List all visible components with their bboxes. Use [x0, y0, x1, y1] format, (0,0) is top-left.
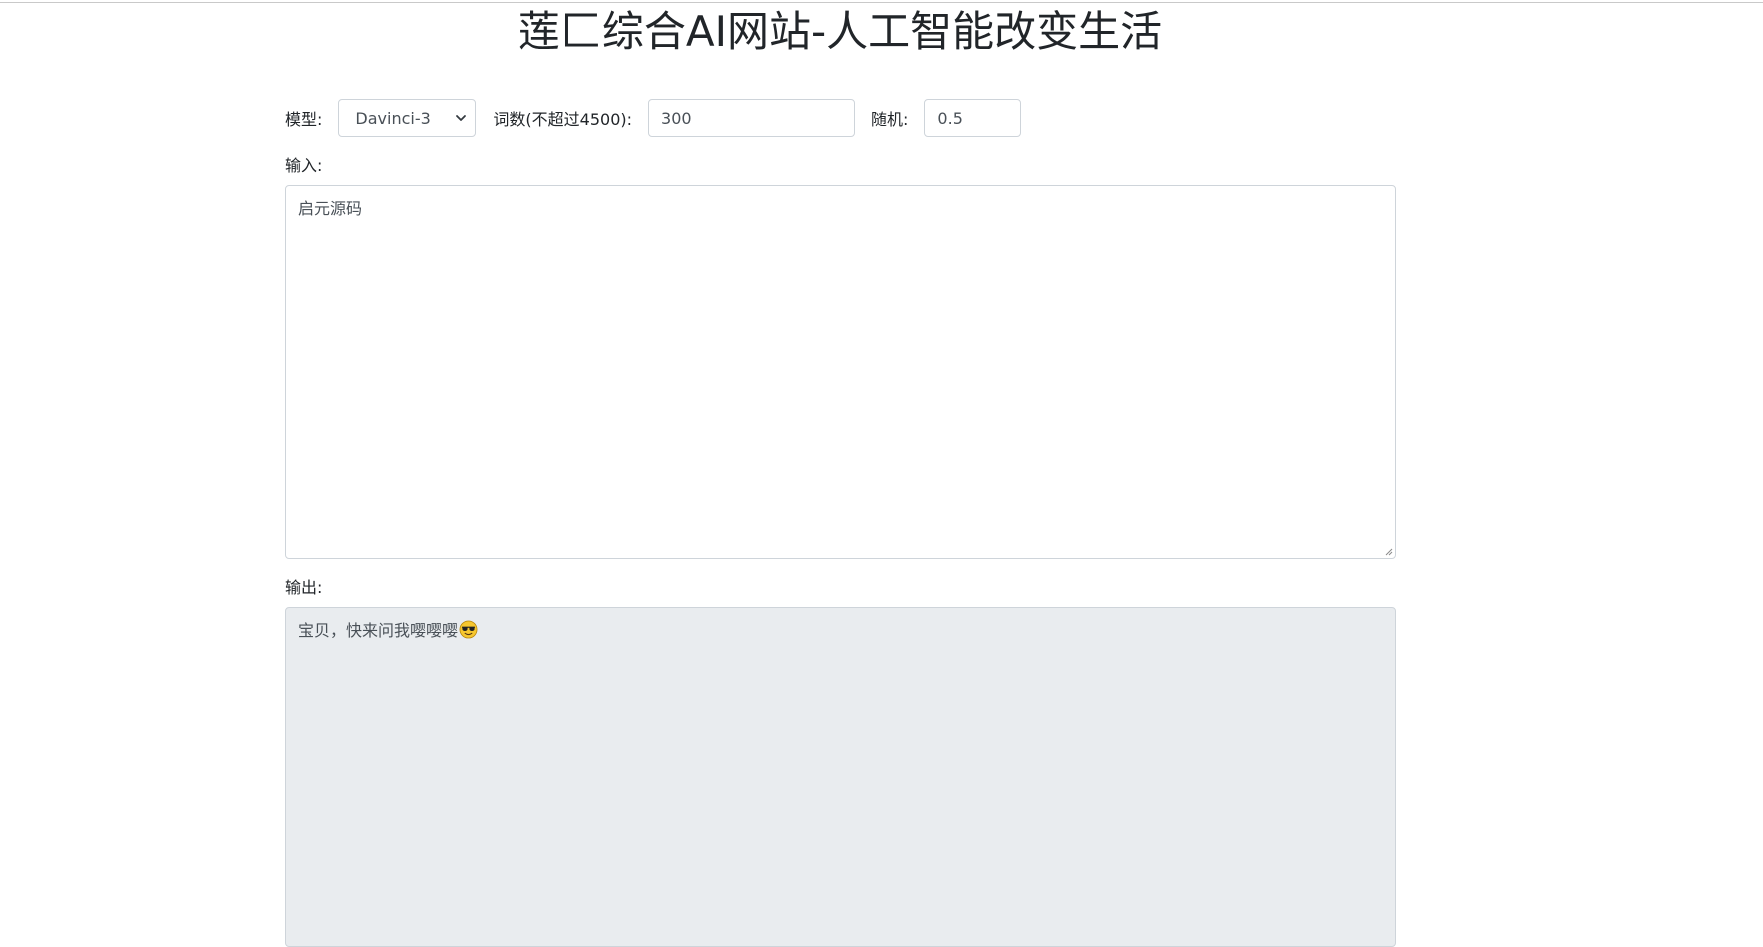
page-title: 莲匚综合AI网站-人工智能改变生活: [517, 7, 1163, 56]
output-text: 宝贝，快来问我嘤嘤嘤: [298, 621, 459, 640]
word-count-input[interactable]: 300: [648, 99, 856, 137]
input-textarea[interactable]: 启元源码: [285, 185, 1396, 559]
word-count-label: 词数(不超过4500):: [493, 110, 633, 129]
output-textarea: 宝贝，快来问我嘤嘤嘤: [285, 607, 1396, 947]
input-label: 输入:: [285, 156, 323, 175]
randomness-value: 0.5: [937, 108, 963, 128]
resize-grip-icon[interactable]: [1384, 547, 1393, 556]
output-label: 输出:: [285, 578, 323, 597]
model-label: 模型:: [285, 110, 323, 129]
chevron-down-icon: [456, 115, 467, 121]
settings-bar: 模型: Davinci-3 词数(不超过4500): 300 随机: 0.5: [285, 99, 1022, 137]
sunglasses-face-icon: [459, 620, 478, 639]
randomness-label: 随机:: [871, 110, 909, 129]
word-count-value: 300: [661, 108, 692, 128]
randomness-input[interactable]: 0.5: [924, 99, 1022, 137]
model-select-value: Davinci-3: [355, 108, 431, 128]
model-select[interactable]: Davinci-3: [338, 99, 477, 137]
top-border-line: [0, 2, 1763, 3]
input-text: 启元源码: [298, 199, 363, 218]
